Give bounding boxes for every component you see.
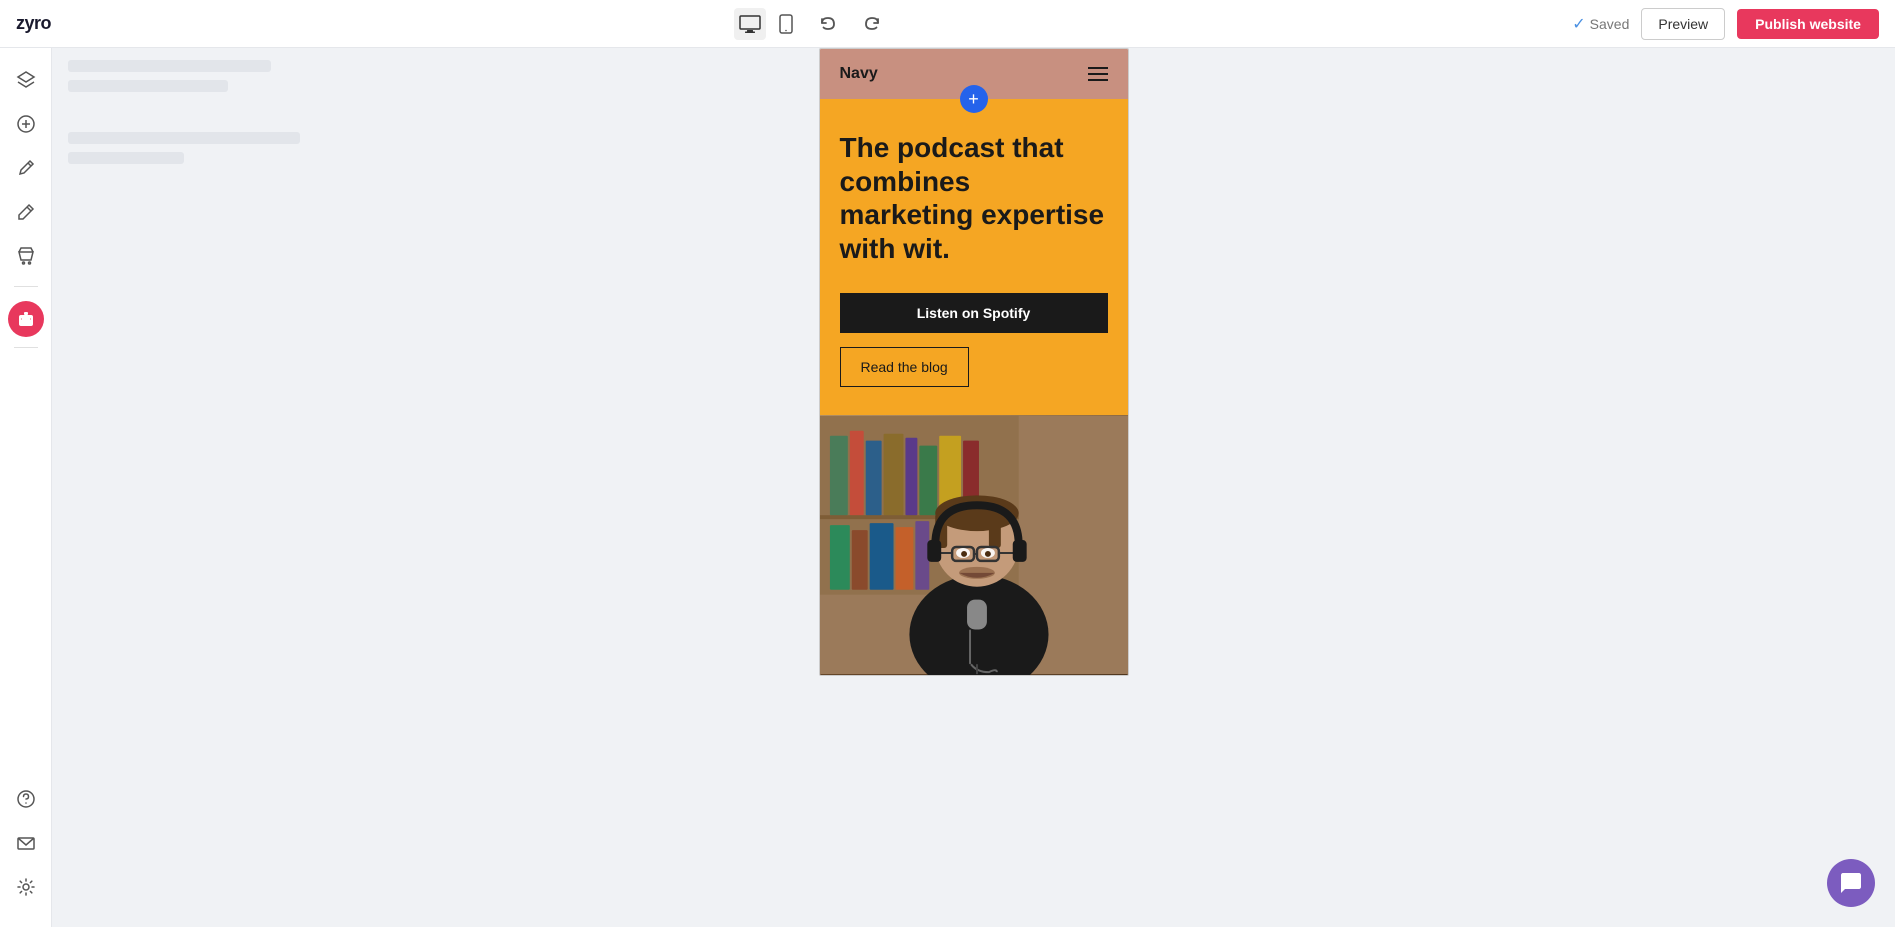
read-blog-button[interactable]: Read the blog: [840, 347, 969, 387]
saved-check-icon: ✓: [1572, 14, 1585, 34]
site-hero: The podcast that combines marketing expe…: [820, 99, 1128, 415]
publish-button[interactable]: Publish website: [1737, 9, 1879, 39]
mobile-preview: Navy + The podcast that combines marketi…: [819, 48, 1129, 676]
website-frame: Navy + The podcast that combines marketi…: [819, 48, 1129, 676]
panel-item-4: [68, 152, 184, 164]
toolbar-left: zyro: [16, 13, 51, 34]
saved-label: Saved: [1590, 16, 1630, 32]
saved-status: ✓ Saved: [1572, 14, 1629, 34]
toolbar-right: ✓ Saved Preview Publish website: [1572, 8, 1879, 40]
sidebar-bottom: [6, 779, 46, 915]
sidebar-icon-edit[interactable]: [6, 192, 46, 232]
ai-bot-icon[interactable]: [8, 301, 44, 337]
redo-btn[interactable]: [854, 6, 890, 42]
desktop-device-btn[interactable]: [734, 8, 766, 40]
hamburger-line-1: [1088, 67, 1108, 69]
hero-headline: The podcast that combines marketing expe…: [840, 131, 1108, 265]
sidebar-icon-mail[interactable]: [6, 823, 46, 863]
left-sidebar: [0, 48, 52, 927]
sidebar-icon-add[interactable]: [6, 104, 46, 144]
editor-canvas: Navy + The podcast that combines marketi…: [52, 48, 1895, 927]
sidebar-icon-layers[interactable]: [6, 60, 46, 100]
hamburger-menu[interactable]: [1088, 67, 1108, 81]
panel-item-1: [68, 60, 271, 72]
left-panel: [52, 48, 342, 927]
sidebar-divider-2: [14, 347, 38, 348]
toolbar-center: [734, 6, 890, 42]
undo-btn[interactable]: [810, 6, 846, 42]
top-toolbar: zyro: [0, 0, 1895, 48]
site-nav-title: Navy: [840, 65, 878, 83]
panel-item-3: [68, 132, 300, 144]
podcast-image: [820, 415, 1128, 675]
add-section-button[interactable]: +: [960, 85, 988, 113]
podcast-image-inner: [820, 415, 1128, 675]
hamburger-line-3: [1088, 79, 1108, 81]
mobile-device-btn[interactable]: [770, 8, 802, 40]
hamburger-line-2: [1088, 73, 1108, 75]
listen-spotify-button[interactable]: Listen on Spotify: [840, 293, 1108, 333]
chat-widget[interactable]: [1827, 859, 1875, 907]
sidebar-icon-help[interactable]: [6, 779, 46, 819]
device-selector: [734, 8, 802, 40]
sidebar-divider-1: [14, 286, 38, 287]
sidebar-icon-settings[interactable]: [6, 867, 46, 907]
sidebar-icon-pen[interactable]: [6, 148, 46, 188]
preview-button[interactable]: Preview: [1641, 8, 1725, 40]
main-area: Navy + The podcast that combines marketi…: [0, 48, 1895, 927]
sidebar-icon-shop[interactable]: [6, 236, 46, 276]
podcast-person-illustration: [820, 415, 1128, 675]
panel-item-2: [68, 80, 228, 92]
app-logo: zyro: [16, 13, 51, 34]
